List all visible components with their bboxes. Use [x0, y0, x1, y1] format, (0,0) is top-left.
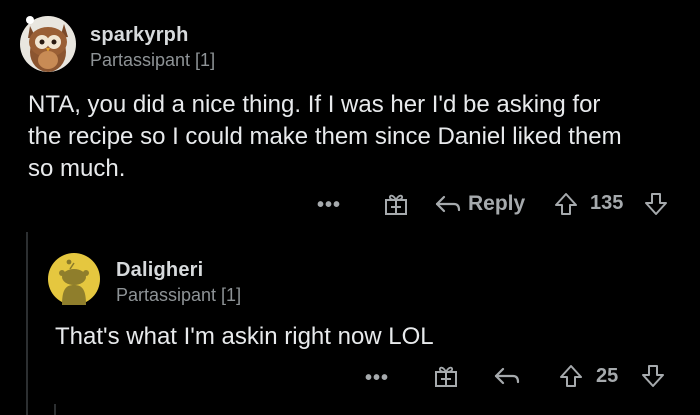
avatar[interactable]: [48, 253, 100, 305]
gift-award-icon: [385, 194, 407, 215]
snoo-avatar-icon: [48, 253, 100, 305]
avatar[interactable]: [18, 12, 78, 74]
award-button[interactable]: [382, 190, 410, 218]
upvote-arrow-icon: [555, 193, 577, 215]
comment-body-line: so much.: [28, 155, 126, 182]
reply-arrow-icon: [494, 367, 520, 385]
thread-line[interactable]: [54, 404, 56, 415]
user-flair: Partassipant [1]: [116, 285, 242, 305]
upvote-button[interactable]: [556, 362, 586, 390]
upvote-arrow-icon: [560, 365, 582, 387]
thread-line[interactable]: [26, 232, 28, 415]
more-options-button[interactable]: •••: [314, 195, 344, 215]
downvote-button[interactable]: [638, 362, 668, 390]
reply-label: Reply: [468, 192, 526, 215]
comment-username[interactable]: sparkyrph: [90, 24, 189, 47]
owl-avatar-icon: [20, 16, 76, 72]
vote-score: 135: [590, 192, 624, 214]
downvote-arrow-icon: [645, 193, 667, 215]
reply-arrow-icon: [435, 195, 461, 213]
gift-award-icon: [435, 366, 457, 387]
upvote-button[interactable]: [551, 190, 581, 218]
comment-body-line: the recipe so I could make them since Da…: [28, 123, 622, 150]
downvote-button[interactable]: [641, 190, 671, 218]
reply-button[interactable]: Reply: [434, 190, 534, 218]
comment-username[interactable]: Daligheri: [116, 259, 203, 282]
vote-score: 25: [596, 365, 619, 387]
reply-button[interactable]: [492, 362, 522, 390]
comment-body-line: NTA, you did a nice thing. If I was her …: [28, 91, 601, 118]
comment-body-line: That's what I'm askin right now LOL: [55, 323, 434, 350]
award-button[interactable]: [432, 362, 460, 390]
more-options-button[interactable]: •••: [362, 368, 392, 388]
user-flair: Partassipant [1]: [90, 50, 216, 70]
downvote-arrow-icon: [642, 365, 664, 387]
